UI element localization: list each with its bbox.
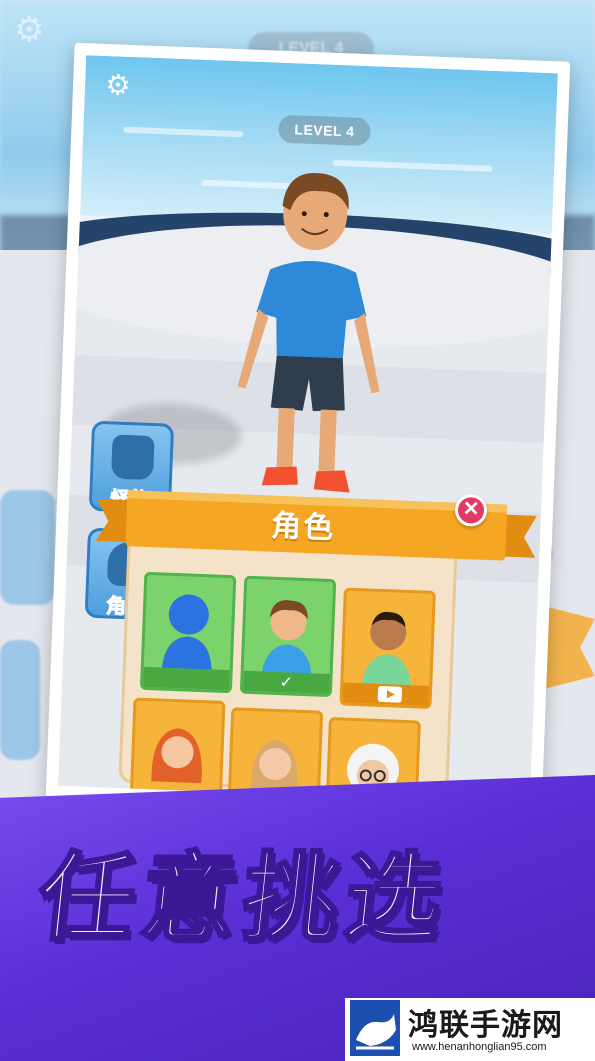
boy-portrait-icon <box>261 600 312 676</box>
close-icon: ✕ <box>462 498 480 521</box>
level-badge: LEVEL 4 <box>277 114 371 147</box>
monster-icon <box>110 434 155 481</box>
watermark-logo-icon <box>350 1000 400 1056</box>
character-cell-mannequin[interactable] <box>139 571 237 694</box>
blue-mannequin-icon <box>161 594 212 672</box>
man-portrait-icon <box>361 611 412 688</box>
background-side-button <box>0 490 55 605</box>
settings-gear-icon[interactable]: ⚙ <box>103 68 134 102</box>
phone-frame: ⚙ LEVEL 4 怪物 <box>45 42 571 817</box>
game-screen: ⚙ LEVEL 4 怪物 <box>58 55 558 804</box>
character-cell-man[interactable] <box>339 587 436 709</box>
watch-video-icon[interactable] <box>377 685 403 703</box>
background-side-button <box>0 640 40 760</box>
background-gear-icon: ⚙ <box>14 10 45 50</box>
character-cell-redhead[interactable] <box>129 697 226 804</box>
cell-footer <box>142 666 230 691</box>
redhead-girl-icon <box>151 728 202 784</box>
character-cell-boy[interactable]: ✓ <box>239 575 337 698</box>
selected-check-icon: ✓ <box>279 672 294 692</box>
promo-tagline: 任意挑选 <box>32 841 455 956</box>
watermark-url: www.henanhonglian95.com <box>412 1041 547 1053</box>
watermark-name: 鸿联手游网 <box>408 1008 563 1043</box>
player-character <box>237 173 380 493</box>
